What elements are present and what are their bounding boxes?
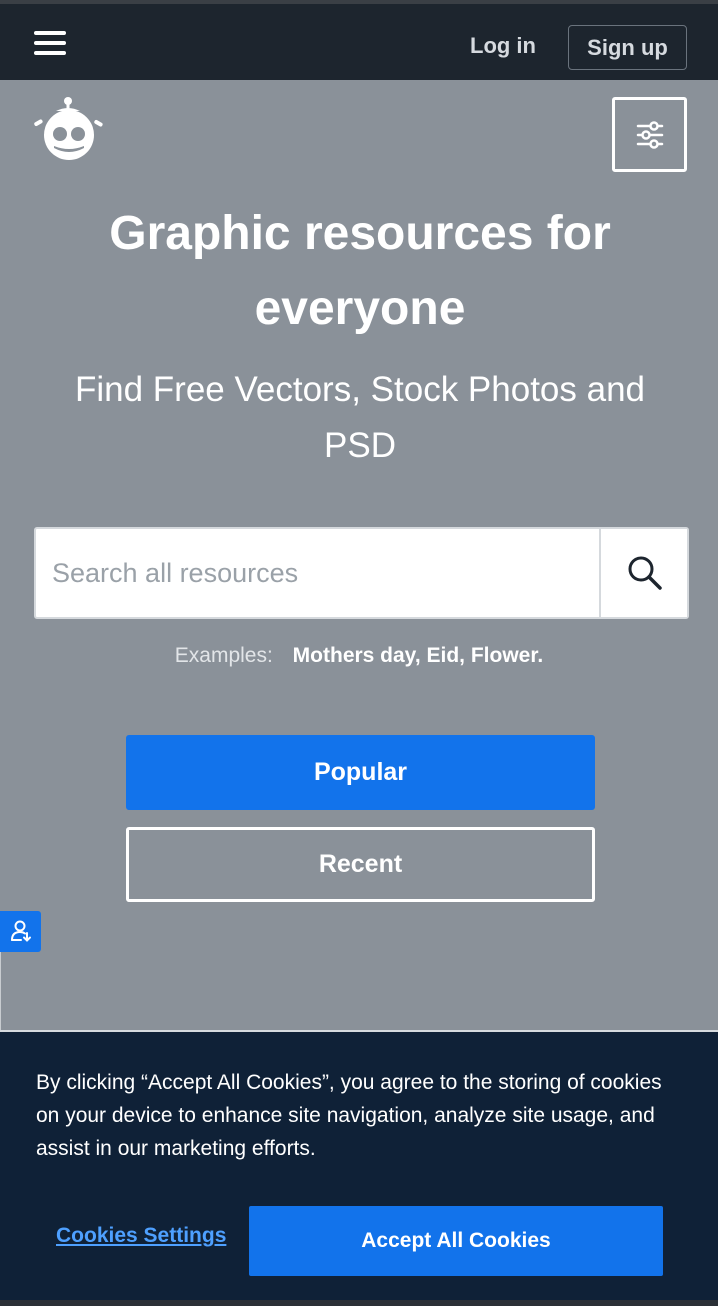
hero-subtitle: Find Free Vectors, Stock Photos and PSD (74, 370, 645, 465)
hamburger-menu-icon[interactable] (34, 31, 68, 57)
top-navigation-bar: Log in Sign up (0, 0, 718, 80)
search-input[interactable] (36, 529, 598, 617)
search-examples: Examples: Mothers day, Eid, Flower. (174, 644, 544, 667)
accept-all-cookies-button[interactable]: Accept All Cookies (249, 1206, 663, 1276)
cookies-settings-link[interactable]: Cookies Settings (56, 1224, 226, 1248)
popular-button[interactable]: Popular (126, 735, 595, 810)
user-download-icon (11, 920, 31, 942)
cookie-banner: By clicking “Accept All Cookies”, you ag… (0, 1030, 718, 1300)
example-link[interactable]: Mothers day (293, 644, 415, 667)
example-link[interactable]: Eid (426, 644, 459, 667)
cookie-banner-text: By clicking “Accept All Cookies”, you ag… (36, 1071, 662, 1160)
examples-label: Examples: (174, 644, 273, 667)
login-button[interactable]: Log in (458, 26, 548, 70)
divider (0, 952, 1, 1030)
bottom-edge (0, 1300, 718, 1306)
signup-button[interactable]: Sign up (568, 25, 687, 70)
user-download-tab[interactable] (0, 911, 41, 952)
sliders-filter-icon (636, 121, 664, 149)
search-bar (34, 527, 689, 619)
filter-button[interactable] (612, 97, 687, 172)
robot-logo-icon[interactable] (32, 96, 104, 164)
example-link[interactable]: Flower (471, 644, 538, 667)
search-icon (628, 556, 662, 590)
hero-title: Graphic resources for everyone (109, 207, 611, 335)
recent-button[interactable]: Recent (126, 827, 595, 902)
search-button[interactable] (599, 529, 687, 617)
